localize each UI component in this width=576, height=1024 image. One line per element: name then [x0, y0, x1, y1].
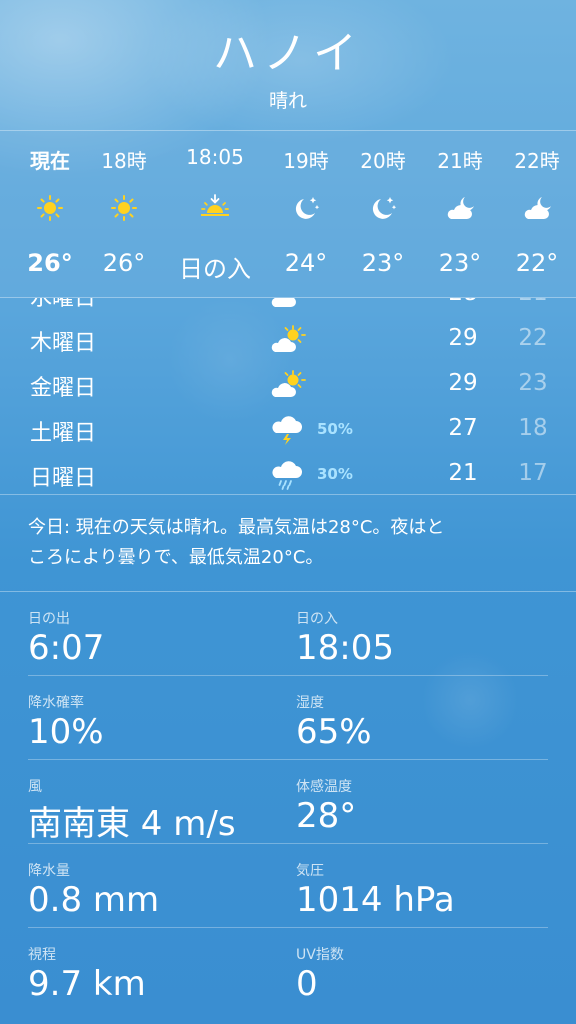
- detail-value: 0: [296, 964, 318, 1004]
- sun-icon: [107, 193, 141, 223]
- detail-row: 降水確率 10% 湿度 65%: [28, 676, 548, 760]
- low-temperature: 22: [518, 325, 548, 351]
- low-temperature: 23: [518, 370, 548, 396]
- low-temperature: 17: [518, 460, 548, 486]
- detail-row: 風南南東 4 m/s 体感温度 28°: [28, 760, 548, 844]
- day-name: 日曜日: [30, 466, 97, 491]
- high-temperature: 28: [440, 298, 486, 306]
- detail-value: 65%: [296, 712, 372, 752]
- cloud-thunder-icon: [270, 413, 306, 447]
- detail-label: 降水量: [28, 863, 70, 879]
- detail-value: 6:07: [28, 628, 105, 668]
- cloud-sun-icon: [270, 323, 306, 357]
- hour-time: 18:05: [186, 145, 244, 169]
- detail-label: 降水確率: [28, 695, 84, 711]
- detail-row: 日の出 6:07 日の入 18:05: [28, 592, 548, 676]
- detail-row: 視程 9.7 km UV指数 0: [28, 928, 548, 1012]
- detail-row: 降水量 0.8 mm 気圧 1014 hPa: [28, 844, 548, 928]
- daily-row: 木曜日 29 22: [0, 319, 576, 363]
- daily-row: 水曜日 28 21: [0, 298, 576, 318]
- cloud-sun-icon: [270, 298, 306, 312]
- sun-icon: [33, 193, 67, 223]
- detail-value: 18:05: [296, 628, 394, 668]
- detail-label: 視程: [28, 947, 56, 963]
- detail-value: 28°: [296, 796, 357, 836]
- hour-time: 18時: [101, 149, 147, 173]
- detail-label: 体感温度: [296, 779, 352, 795]
- hour-time: 22時: [514, 149, 560, 173]
- detail-value: 南南東 4 m/s: [28, 804, 236, 844]
- detail-value: 1014 hPa: [296, 880, 455, 920]
- precipitation-chance: 50%: [317, 420, 353, 438]
- weather-details: 日の出 6:07 日の入 18:05 降水確率 10% 湿度 65% 風南南東 4 m/s 体感温…: [0, 592, 576, 1024]
- cloud-moon-icon: [443, 193, 477, 223]
- summary-line-2: ころにより曇りで、最低気温20°C。: [28, 547, 324, 568]
- location-header: ハノイ 晴れ: [0, 0, 576, 130]
- detail-value: 0.8 mm: [28, 880, 160, 920]
- high-temperature: 29: [448, 370, 478, 396]
- hour-column: 18時 26°: [79, 131, 169, 299]
- cloud-sun-icon: [270, 368, 306, 402]
- daily-row: 金曜日 29 23: [0, 364, 576, 408]
- hour-column: 18:05 日の入: [170, 131, 260, 299]
- detail-label: 気圧: [296, 863, 324, 879]
- current-condition: 晴れ: [268, 90, 307, 112]
- hour-column: 22時 22°: [492, 131, 576, 299]
- day-name: 木曜日: [30, 331, 97, 356]
- moon-stars-icon: [366, 193, 400, 223]
- detail-label: 湿度: [296, 695, 324, 711]
- detail-label: 日の入: [296, 611, 338, 627]
- cloud-moon-icon: [520, 193, 554, 223]
- moon-stars-icon: [289, 193, 323, 223]
- high-temperature: 21: [448, 460, 478, 486]
- daily-row: 日曜日 30% 21 17: [0, 454, 576, 494]
- summary-line-1: 今日: 現在の天気は晴れ。最高気温は28°C。夜はと: [28, 517, 445, 538]
- day-name: 水曜日: [30, 298, 97, 311]
- day-name: 土曜日: [30, 421, 97, 446]
- hourly-forecast[interactable]: 現在 26° 18時 26° 18:05 日の入 19時 24° 20時 23° 21時 23° 22時…: [0, 130, 576, 298]
- today-summary: 今日: 現在の天気は晴れ。最高気温は28°C。夜はと ころにより曇りで、最低気温…: [0, 494, 576, 592]
- detail-value: 10%: [28, 712, 104, 752]
- detail-label: 風: [28, 779, 42, 795]
- detail-label: 日の出: [28, 611, 70, 627]
- cloud-rain-icon: [270, 458, 306, 492]
- daily-forecast[interactable]: 水曜日 28 21 木曜日 29 22 金曜日 29 23 土曜日 50% 27 18 日曜日 30% 21 1…: [0, 298, 576, 494]
- high-temperature: 29: [448, 325, 478, 351]
- sunset-icon: [198, 193, 232, 223]
- hour-temperature: 日の入: [179, 255, 251, 283]
- hour-temperature: 22°: [515, 249, 559, 277]
- daily-row: 土曜日 50% 27 18: [0, 409, 576, 453]
- hour-temperature: 26°: [102, 249, 146, 277]
- precipitation-chance: 30%: [317, 465, 353, 483]
- low-temperature: 21: [510, 298, 556, 306]
- low-temperature: 18: [518, 415, 548, 441]
- city-name: ハノイ: [213, 28, 363, 79]
- high-temperature: 27: [448, 415, 478, 441]
- detail-value: 9.7 km: [28, 964, 146, 1004]
- day-name: 金曜日: [30, 376, 97, 401]
- detail-label: UV指数: [296, 947, 344, 963]
